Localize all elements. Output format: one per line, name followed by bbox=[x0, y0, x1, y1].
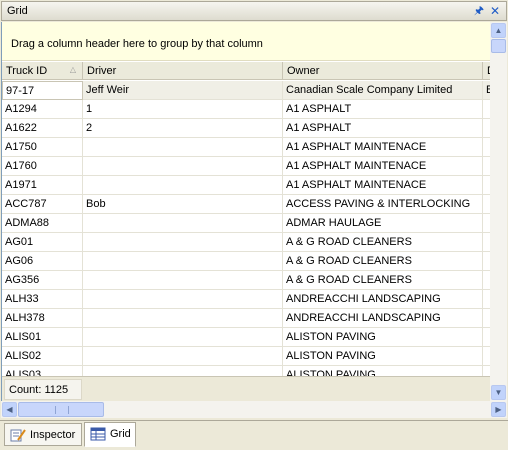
cell-truck-id[interactable]: A1760 bbox=[2, 157, 83, 176]
column-header-owner[interactable]: Owner bbox=[283, 62, 483, 80]
cell-truck-id[interactable]: ADMA88 bbox=[2, 214, 83, 233]
table-row[interactable]: ALIS03 ALISTON PAVING bbox=[2, 366, 491, 376]
cell-owner[interactable]: ADMAR HAULAGE bbox=[283, 214, 483, 233]
cell-truck-id[interactable]: ALH33 bbox=[2, 290, 83, 309]
table-row[interactable]: AG06 A & G ROAD CLEANERS bbox=[2, 252, 491, 271]
table-row[interactable]: AG356 A & G ROAD CLEANERS bbox=[2, 271, 491, 290]
cell-owner[interactable]: A1 ASPHALT bbox=[283, 100, 483, 119]
cell-driver[interactable] bbox=[83, 252, 283, 271]
cell-owner[interactable]: ALISTON PAVING bbox=[283, 347, 483, 366]
table-row[interactable]: ALH33 ANDREACCHI LANDSCAPING bbox=[2, 290, 491, 309]
cell-owner[interactable]: A1 ASPHALT MAINTENACE bbox=[283, 176, 483, 195]
cell-driver[interactable]: Bob bbox=[83, 195, 283, 214]
cell-truck-id[interactable]: ACC787 bbox=[2, 195, 83, 214]
grid-rows: 97-17 Jeff Weir Canadian Scale Company L… bbox=[2, 81, 491, 376]
column-header-row: Truck ID △ Driver Owner D bbox=[2, 62, 503, 80]
horizontal-scrollbar[interactable]: ◀ ▶ bbox=[1, 401, 507, 418]
sort-ascending-icon: △ bbox=[69, 65, 76, 74]
title-bar: Grid 🖈 ✕ bbox=[1, 1, 507, 21]
cell-driver[interactable] bbox=[83, 214, 283, 233]
tab-grid[interactable]: Grid bbox=[84, 422, 136, 447]
cell-driver[interactable]: 1 bbox=[83, 100, 283, 119]
table-row[interactable]: ACC787 Bob ACCESS PAVING & INTERLOCKING bbox=[2, 195, 491, 214]
grid-footer: Count: 1125 bbox=[2, 376, 491, 401]
group-by-panel[interactable]: Drag a column header here to group by th… bbox=[2, 22, 491, 61]
cell-driver[interactable] bbox=[83, 138, 283, 157]
cell-owner[interactable]: A & G ROAD CLEANERS bbox=[283, 252, 483, 271]
grid-icon bbox=[90, 427, 106, 441]
bottom-tab-strip: Inspector Grid bbox=[0, 420, 508, 450]
row-count: Count: 1125 bbox=[4, 379, 82, 400]
cell-owner[interactable]: ANDREACCHI LANDSCAPING bbox=[283, 290, 483, 309]
cell-driver[interactable] bbox=[83, 366, 283, 376]
cell-owner[interactable]: ALISTON PAVING bbox=[283, 328, 483, 347]
table-row[interactable]: AG01 A & G ROAD CLEANERS bbox=[2, 233, 491, 252]
cell-driver[interactable] bbox=[83, 347, 283, 366]
cell-truck-id[interactable]: 97-17 bbox=[2, 81, 83, 100]
cell-owner[interactable]: Canadian Scale Company Limited bbox=[283, 81, 483, 100]
cell-driver[interactable] bbox=[83, 328, 283, 347]
table-row[interactable]: A1760 A1 ASPHALT MAINTENACE bbox=[2, 157, 491, 176]
cell-owner[interactable]: A1 ASPHALT MAINTENACE bbox=[283, 157, 483, 176]
table-row[interactable]: 97-17 Jeff Weir Canadian Scale Company L… bbox=[2, 81, 491, 100]
cell-truck-id[interactable]: A1750 bbox=[2, 138, 83, 157]
cell-owner[interactable]: ANDREACCHI LANDSCAPING bbox=[283, 309, 483, 328]
scroll-down-icon[interactable]: ▼ bbox=[491, 385, 506, 400]
grid-window: Grid 🖈 ✕ Drag a column header here to gr… bbox=[0, 0, 508, 450]
tab-label: Inspector bbox=[30, 429, 76, 441]
cell-truck-id[interactable]: AG06 bbox=[2, 252, 83, 271]
cell-owner[interactable]: A1 ASPHALT MAINTENACE bbox=[283, 138, 483, 157]
table-row[interactable]: A1971 A1 ASPHALT MAINTENACE bbox=[2, 176, 491, 195]
window-title: Grid bbox=[7, 5, 28, 17]
column-header-driver[interactable]: Driver bbox=[83, 62, 283, 80]
cell-truck-id[interactable]: A1622 bbox=[2, 119, 83, 138]
table-row[interactable]: ADMA88 ADMAR HAULAGE bbox=[2, 214, 491, 233]
close-icon[interactable]: ✕ bbox=[488, 4, 502, 18]
group-by-hint: Drag a column header here to group by th… bbox=[11, 38, 263, 50]
tab-label: Grid bbox=[110, 428, 131, 440]
table-row[interactable]: ALIS02 ALISTON PAVING bbox=[2, 347, 491, 366]
table-row[interactable]: A1622 2 A1 ASPHALT bbox=[2, 119, 491, 138]
cell-driver[interactable]: 2 bbox=[83, 119, 283, 138]
column-label: Driver bbox=[87, 65, 117, 77]
vertical-scroll-thumb[interactable] bbox=[491, 39, 506, 53]
scroll-up-icon[interactable]: ▲ bbox=[491, 23, 506, 38]
cell-driver[interactable] bbox=[83, 157, 283, 176]
column-header-truck-id[interactable]: Truck ID △ bbox=[2, 62, 83, 80]
cell-owner[interactable]: A & G ROAD CLEANERS bbox=[283, 233, 483, 252]
table-row[interactable]: ALIS01 ALISTON PAVING bbox=[2, 328, 491, 347]
cell-driver[interactable] bbox=[83, 290, 283, 309]
data-grid: Drag a column header here to group by th… bbox=[1, 22, 503, 401]
cell-truck-id[interactable]: AG01 bbox=[2, 233, 83, 252]
cell-owner[interactable]: A & G ROAD CLEANERS bbox=[283, 271, 483, 290]
cell-truck-id[interactable]: ALIS02 bbox=[2, 347, 83, 366]
cell-truck-id[interactable]: A1971 bbox=[2, 176, 83, 195]
scroll-left-icon[interactable]: ◀ bbox=[2, 402, 17, 417]
column-label: Truck ID bbox=[6, 65, 48, 77]
cell-truck-id[interactable]: ALH378 bbox=[2, 309, 83, 328]
tab-inspector[interactable]: Inspector bbox=[4, 423, 82, 446]
cell-truck-id[interactable]: ALIS01 bbox=[2, 328, 83, 347]
cell-driver[interactable] bbox=[83, 271, 283, 290]
vertical-scrollbar[interactable]: ▲ ▼ bbox=[490, 22, 507, 401]
horizontal-scroll-thumb[interactable] bbox=[18, 402, 104, 417]
inspector-icon bbox=[10, 429, 26, 442]
cell-driver[interactable]: Jeff Weir bbox=[83, 81, 283, 100]
cell-driver[interactable] bbox=[83, 233, 283, 252]
scroll-right-icon[interactable]: ▶ bbox=[491, 402, 506, 417]
column-label: Owner bbox=[287, 65, 320, 77]
cell-owner[interactable]: ACCESS PAVING & INTERLOCKING bbox=[283, 195, 483, 214]
cell-owner[interactable]: ALISTON PAVING bbox=[283, 366, 483, 376]
pin-icon[interactable]: 🖈 bbox=[472, 4, 486, 18]
table-row[interactable]: A1294 1 A1 ASPHALT bbox=[2, 100, 491, 119]
cell-owner[interactable]: A1 ASPHALT bbox=[283, 119, 483, 138]
cell-truck-id[interactable]: ALIS03 bbox=[2, 366, 83, 376]
cell-driver[interactable] bbox=[83, 176, 283, 195]
cell-truck-id[interactable]: AG356 bbox=[2, 271, 83, 290]
table-row[interactable]: A1750 A1 ASPHALT MAINTENACE bbox=[2, 138, 491, 157]
table-row[interactable]: ALH378 ANDREACCHI LANDSCAPING bbox=[2, 309, 491, 328]
cell-driver[interactable] bbox=[83, 309, 283, 328]
cell-truck-id[interactable]: A1294 bbox=[2, 100, 83, 119]
